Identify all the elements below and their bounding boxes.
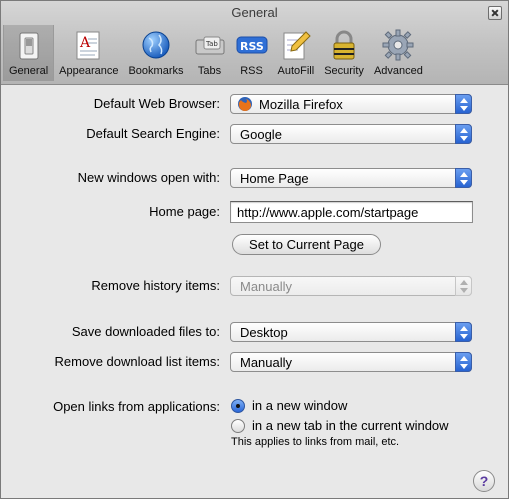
new-windows-label: New windows open with: — [77, 170, 220, 185]
firefox-icon — [238, 97, 252, 111]
search-engine-popup[interactable]: Google — [230, 124, 472, 144]
open-links-note: This applies to links from mail, etc. — [231, 436, 400, 448]
search-engine-label: Default Search Engine: — [86, 126, 220, 141]
preferences-toolbar: General A Appearance Bookmarks Tab Tabs … — [3, 25, 428, 83]
popup-arrows-icon — [455, 276, 472, 296]
gear-icon — [382, 29, 414, 61]
remove-history-label: Remove history items: — [91, 278, 220, 293]
remove-download-list-popup[interactable]: Manually — [230, 352, 472, 372]
pencil-form-icon — [283, 31, 311, 60]
rss-icon: RSS — [236, 36, 267, 54]
tab-advanced-label: Advanced — [373, 65, 423, 77]
switch-icon — [19, 32, 39, 60]
save-downloads-popup[interactable]: Desktop — [230, 322, 472, 342]
tab-appearance-label: Appearance — [59, 65, 119, 77]
tab-badge-text: Tab — [205, 40, 218, 48]
tab-advanced[interactable]: Advanced — [369, 25, 428, 81]
font-sample-icon: A — [76, 31, 100, 60]
default-browser-label: Default Web Browser: — [93, 96, 220, 111]
help-button[interactable]: ? — [473, 470, 495, 492]
padlock-icon — [333, 30, 355, 60]
popup-arrows-icon — [455, 322, 472, 342]
rss-badge-text: RSS — [240, 40, 264, 53]
radio-new-tab[interactable]: in a new tab in the current window — [231, 418, 449, 433]
popup-arrows-icon — [455, 124, 472, 144]
tab-tabs[interactable]: Tab Tabs — [189, 25, 231, 81]
tab-tabs-label: Tabs — [197, 65, 222, 77]
tab-rss-label: RSS — [240, 65, 263, 77]
titlebar-toolbar: General General A Appearance Bookmarks T… — [1, 1, 508, 85]
remove-download-list-label: Remove download list items: — [54, 354, 220, 369]
radio-button-selected[interactable] — [231, 398, 245, 413]
home-page-field[interactable]: http://www.apple.com/startpage — [230, 201, 473, 223]
radio-new-window[interactable]: in a new window — [231, 398, 347, 413]
popup-arrows-icon — [455, 352, 472, 372]
home-page-label: Home page: — [149, 204, 220, 219]
default-browser-popup[interactable]: Mozilla Firefox — [230, 94, 472, 114]
popup-arrows-icon — [455, 168, 472, 188]
window-title: General — [231, 5, 278, 20]
tab-appearance[interactable]: A Appearance — [54, 25, 123, 81]
new-windows-popup[interactable]: Home Page — [230, 168, 472, 188]
remove-download-list-value: Manually — [240, 354, 293, 370]
tab-autofill-label: AutoFill — [277, 65, 315, 77]
new-windows-value: Home Page — [240, 170, 309, 186]
search-engine-value: Google — [240, 126, 282, 142]
tab-autofill[interactable]: AutoFill — [273, 25, 320, 81]
tab-security[interactable]: Security — [319, 25, 369, 81]
preferences-window: General General A Appearance Bookmarks T… — [0, 0, 509, 499]
radio-new-window-label: in a new window — [252, 398, 348, 413]
tab-bookmarks[interactable]: Bookmarks — [123, 25, 188, 81]
set-to-current-page-button[interactable]: Set to Current Page — [232, 234, 381, 255]
close-button[interactable] — [488, 6, 502, 20]
tab-general[interactable]: General — [3, 25, 55, 81]
open-links-label: Open links from applications: — [53, 399, 220, 414]
globe-icon — [142, 31, 170, 59]
remove-history-value: Manually — [240, 278, 293, 294]
remove-history-popup[interactable]: Manually — [230, 276, 472, 296]
tab-general-label: General — [9, 65, 49, 77]
radio-button[interactable] — [231, 418, 245, 433]
default-browser-value: Mozilla Firefox — [259, 96, 343, 112]
radio-new-tab-label: in a new tab in the current window — [252, 418, 449, 433]
tab-icon: Tab — [195, 36, 224, 55]
popup-arrows-icon — [455, 94, 472, 114]
tab-rss[interactable]: RSS RSS — [231, 25, 273, 81]
save-downloads-value: Desktop — [240, 324, 288, 340]
save-downloads-label: Save downloaded files to: — [71, 324, 220, 339]
tab-security-label: Security — [324, 65, 364, 77]
tab-bookmarks-label: Bookmarks — [128, 65, 184, 77]
